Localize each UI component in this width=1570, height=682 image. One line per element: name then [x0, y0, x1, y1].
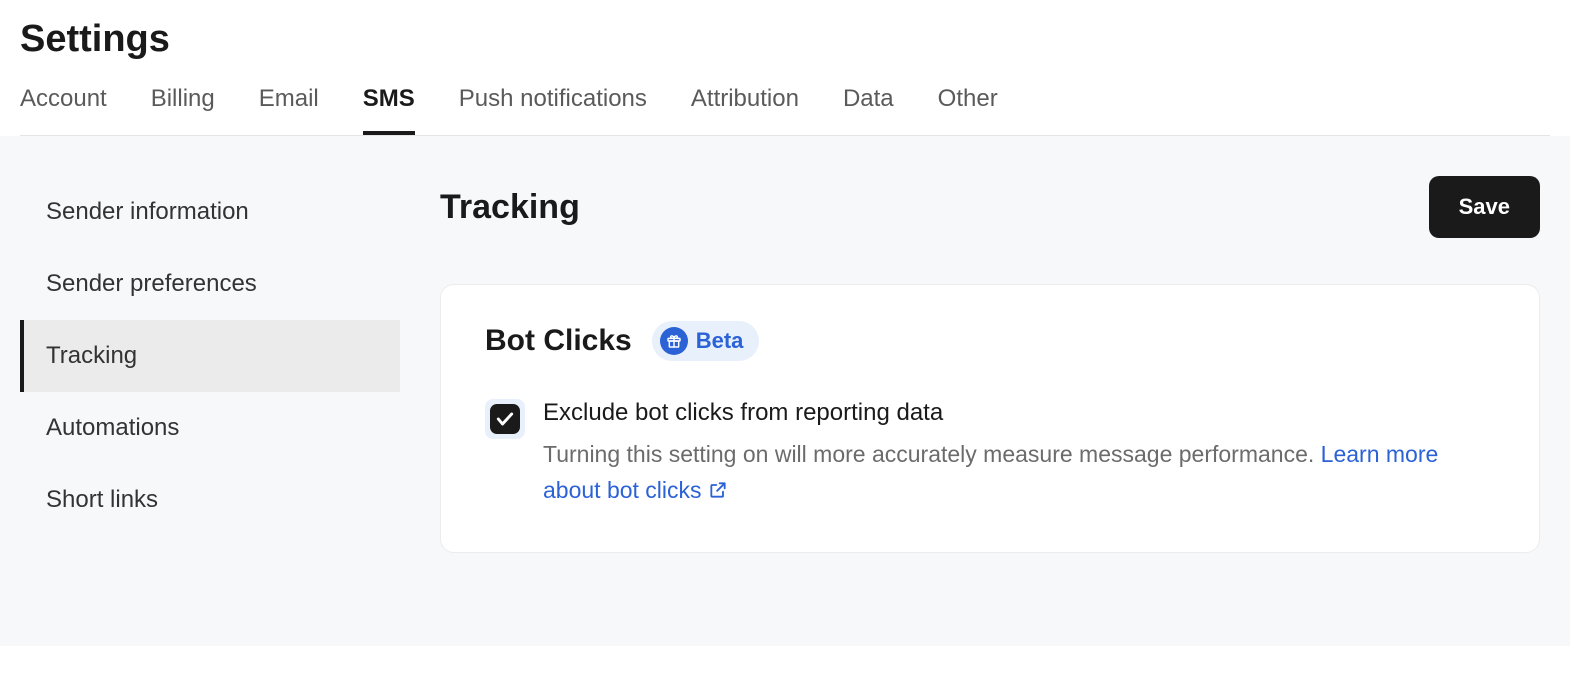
tab-email[interactable]: Email: [259, 85, 319, 135]
tab-other[interactable]: Other: [938, 85, 998, 135]
external-link-icon: [708, 475, 728, 511]
beta-badge: Beta: [652, 321, 760, 361]
tab-push-notifications[interactable]: Push notifications: [459, 85, 647, 135]
tab-billing[interactable]: Billing: [151, 85, 215, 135]
checkbox-help: Turning this setting on will more accura…: [543, 437, 1495, 510]
gift-icon: [660, 327, 688, 355]
tabs: Account Billing Email SMS Push notificat…: [20, 85, 1550, 136]
save-button[interactable]: Save: [1429, 176, 1540, 238]
tab-attribution[interactable]: Attribution: [691, 85, 799, 135]
sidebar-item-sender-preferences[interactable]: Sender preferences: [20, 248, 400, 320]
sidebar-item-tracking[interactable]: Tracking: [20, 320, 400, 392]
page-title: Settings: [20, 18, 1550, 61]
tab-sms[interactable]: SMS: [363, 85, 415, 135]
exclude-bot-clicks-checkbox[interactable]: [485, 399, 525, 439]
bot-clicks-card: Bot Clicks Beta: [440, 284, 1540, 553]
tab-account[interactable]: Account: [20, 85, 107, 135]
sidebar-item-short-links[interactable]: Short links: [20, 464, 400, 536]
sidebar-item-sender-information[interactable]: Sender information: [20, 176, 400, 248]
checkbox-label: Exclude bot clicks from reporting data: [543, 399, 1495, 427]
sidebar: Sender information Sender preferences Tr…: [20, 176, 400, 606]
beta-badge-label: Beta: [696, 328, 744, 354]
tab-data[interactable]: Data: [843, 85, 894, 135]
checkbox-help-text: Turning this setting on will more accura…: [543, 441, 1321, 467]
card-title: Bot Clicks: [485, 324, 632, 358]
sidebar-item-automations[interactable]: Automations: [20, 392, 400, 464]
section-title: Tracking: [440, 188, 580, 227]
check-icon: [495, 409, 515, 429]
